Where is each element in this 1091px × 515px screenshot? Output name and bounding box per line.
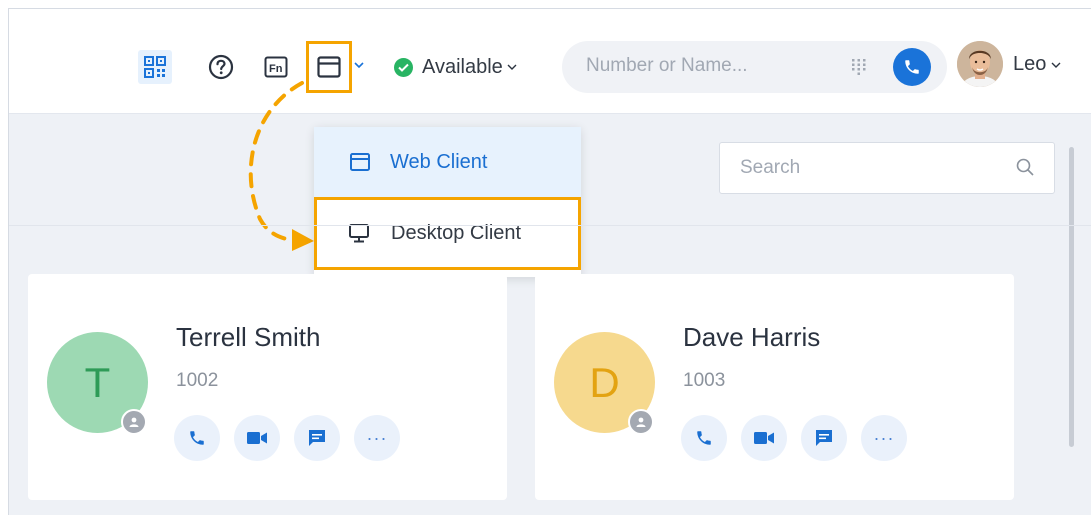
status-label: Available [422, 55, 503, 78]
contact-extension: 1003 [683, 370, 726, 391]
check-circle-icon [394, 57, 413, 77]
browser-window-icon [350, 153, 370, 171]
contact-name: Terrell Smith [176, 322, 321, 352]
phone-icon [190, 431, 204, 445]
ellipsis-icon: ··· [366, 427, 388, 448]
chat-button[interactable] [294, 415, 340, 461]
contact-card[interactable]: D Dave Harris 1003 ··· [535, 274, 1014, 500]
client-menu: Web Client Desktop Client [314, 127, 581, 277]
menu-item-web-client[interactable]: Web Client [314, 127, 581, 197]
contact-card[interactable]: T Terrell Smith 1002 ··· [28, 274, 507, 500]
menu-item-label: Web Client [390, 150, 488, 173]
phone-icon [697, 431, 711, 445]
call-contact-button[interactable] [174, 415, 220, 461]
avatar[interactable] [957, 41, 1003, 87]
chevron-down-icon [507, 64, 517, 70]
contact-search-placeholder: Search [740, 157, 801, 178]
qr-code-icon[interactable] [138, 50, 172, 84]
app-window: Fn Available Number or Name... Leo Web C… [8, 8, 1091, 515]
chevron-down-icon[interactable] [353, 59, 365, 71]
contact-extension: 1002 [176, 370, 219, 391]
top-bar: Fn Available Number or Name... Leo [9, 9, 1091, 114]
video-camera-icon [754, 432, 774, 444]
avatar-initial: T [84, 358, 111, 406]
dial-search-placeholder: Number or Name... [586, 55, 748, 76]
phone-icon [905, 60, 919, 74]
help-icon[interactable] [206, 52, 236, 82]
divider [9, 225, 1091, 226]
call-contact-button[interactable] [681, 415, 727, 461]
contact-actions: ··· [681, 415, 907, 461]
more-options-button[interactable]: ··· [354, 415, 400, 461]
call-button[interactable] [893, 48, 931, 86]
video-call-button[interactable] [741, 415, 787, 461]
user-status-icon [121, 409, 147, 435]
dial-search-input[interactable]: Number or Name... [562, 41, 947, 93]
user-status-icon [628, 409, 654, 435]
monitor-icon [349, 224, 369, 243]
contact-actions: ··· [174, 415, 400, 461]
scrollbar[interactable] [1069, 147, 1074, 447]
user-menu[interactable]: Leo [1013, 53, 1062, 76]
chat-button[interactable] [801, 415, 847, 461]
user-name: Leo [1013, 53, 1047, 75]
more-options-button[interactable]: ··· [861, 415, 907, 461]
video-camera-icon [247, 432, 267, 444]
chat-icon [309, 430, 325, 446]
contact-search-input[interactable]: Search [719, 142, 1055, 194]
video-call-button[interactable] [234, 415, 280, 461]
keypad-icon[interactable] [852, 59, 866, 75]
contact-name: Dave Harris [683, 322, 821, 352]
search-icon [1016, 158, 1034, 176]
avatar-initial: D [589, 358, 620, 406]
ellipsis-icon: ··· [873, 427, 895, 448]
chevron-down-icon [1051, 62, 1061, 68]
presence-status-dropdown[interactable]: Available [394, 52, 518, 82]
chat-icon [816, 430, 832, 446]
menu-item-desktop-client[interactable]: Desktop Client [314, 197, 581, 270]
